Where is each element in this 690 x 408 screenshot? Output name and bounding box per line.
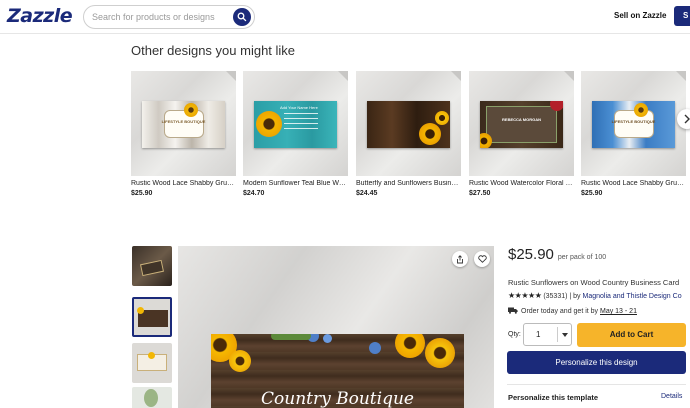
product-image[interactable]: LIFESTYLE BOUTIQUE bbox=[581, 71, 686, 176]
leaves-graphic bbox=[271, 334, 311, 340]
price-row: $25.90 per pack of 100 bbox=[508, 246, 606, 264]
per-pack-label: per pack of 100 bbox=[557, 254, 607, 261]
star-rating-icon[interactable]: ★★★★★ bbox=[508, 291, 542, 300]
thumbnail[interactable] bbox=[132, 343, 172, 383]
share-button[interactable] bbox=[452, 251, 468, 267]
header-signin-button[interactable]: S bbox=[674, 6, 690, 26]
card-text: LIFESTYLE BOUTIQUE bbox=[611, 119, 656, 124]
by-label: | by bbox=[567, 293, 583, 300]
personalize-template-heading: Personalize this template bbox=[508, 393, 599, 402]
divider bbox=[507, 384, 686, 385]
card-preview bbox=[367, 101, 450, 148]
sunflower-graphic bbox=[425, 338, 455, 368]
top-header: Zazzle Sell on Zazzle S bbox=[0, 0, 690, 34]
card-text: REBECCA MORGAN bbox=[502, 117, 541, 122]
product-title: Rustic Sunflowers on Wood Country Busine… bbox=[508, 278, 680, 287]
designer-link[interactable]: Magnolia and Thistle Design Co bbox=[583, 293, 682, 300]
sunflower-graphic bbox=[419, 123, 441, 145]
thumbnail[interactable] bbox=[132, 246, 172, 286]
thumbnail[interactable] bbox=[132, 297, 172, 337]
tile-product-name[interactable]: Modern Sunflower Teal Blue Wood Business… bbox=[243, 180, 348, 187]
search-icon bbox=[237, 12, 247, 22]
truck-icon bbox=[508, 307, 518, 314]
tile-price: $24.45 bbox=[356, 190, 378, 197]
card-preview: LIFESTYLE BOUTIQUE bbox=[592, 101, 675, 148]
label-frame bbox=[164, 110, 204, 138]
quantity-select[interactable]: 1 bbox=[523, 323, 572, 346]
sunflower-graphic bbox=[229, 350, 251, 372]
product-image[interactable]: Add Your Name Here bbox=[243, 71, 348, 176]
tile-price: $27.50 bbox=[469, 190, 491, 197]
card-text: Add Your Name Here bbox=[280, 105, 318, 110]
card-text: LIFESTYLE BOUTIQUE bbox=[161, 119, 206, 124]
favorite-button[interactable] bbox=[474, 251, 490, 267]
label-frame bbox=[614, 110, 654, 138]
details-link[interactable]: Details bbox=[661, 393, 682, 400]
sunflower-graphic bbox=[634, 103, 648, 117]
business-card-preview: Country Boutique bbox=[211, 334, 464, 408]
chevron-down-icon bbox=[562, 333, 568, 337]
sell-on-zazzle-link[interactable]: Sell on Zazzle bbox=[614, 11, 666, 20]
delivery-dates-link[interactable]: May 13 - 21 bbox=[600, 308, 637, 315]
quantity-value: 1 bbox=[536, 330, 541, 339]
tile-product-name[interactable]: Butterfly and Sunflowers Business Card bbox=[356, 180, 461, 187]
sunflower-graphic bbox=[184, 103, 198, 117]
card-preview: REBECCA MORGAN bbox=[480, 101, 563, 148]
carousel-next-button[interactable] bbox=[677, 109, 690, 129]
main-product-image[interactable]: Country Boutique bbox=[178, 246, 494, 408]
product-price: $25.90 bbox=[508, 246, 554, 263]
tile-product-name[interactable]: Rustic Wood Lace Shabby Grunge Sunflower… bbox=[131, 180, 236, 187]
related-design-tile[interactable]: REBECCA MORGAN Rustic Wood Watercolor Fl… bbox=[469, 71, 574, 197]
sunflower-graphic bbox=[256, 111, 282, 137]
product-image[interactable] bbox=[356, 71, 461, 176]
card-title-text: Country Boutique bbox=[261, 389, 414, 408]
quantity-label: Qty: bbox=[508, 331, 521, 338]
chevron-right-icon bbox=[684, 114, 690, 124]
product-image[interactable]: REBECCA MORGAN bbox=[469, 71, 574, 176]
plant-graphic bbox=[144, 389, 158, 407]
red-flower-graphic bbox=[550, 101, 563, 111]
card-lines bbox=[284, 113, 318, 114]
tile-product-name[interactable]: Rustic Wood Watercolor Floral Red Sunflo… bbox=[469, 180, 574, 187]
related-design-tile[interactable]: Add Your Name Here Modern Sunflower Teal… bbox=[243, 71, 348, 197]
personalize-design-button[interactable]: Personalize this design bbox=[507, 351, 686, 374]
sunflower-graphic bbox=[480, 133, 492, 148]
thumbnail[interactable] bbox=[132, 387, 172, 408]
search-input[interactable] bbox=[92, 9, 232, 25]
related-designs-title: Other designs you might like bbox=[131, 43, 296, 58]
add-to-cart-button[interactable]: Add to Cart bbox=[577, 323, 686, 347]
sunflower-graphic bbox=[137, 307, 144, 314]
tile-product-name[interactable]: Rustic Wood Lace Shabby Grunge Blue Busi… bbox=[581, 180, 686, 187]
related-design-tile[interactable]: Butterfly and Sunflowers Business Card $… bbox=[356, 71, 461, 197]
select-divider bbox=[557, 327, 558, 342]
rating-row: ★★★★★ (35331) | by Magnolia and Thistle … bbox=[508, 291, 682, 300]
product-image[interactable]: LIFESTYLE BOUTIQUE bbox=[131, 71, 236, 176]
related-designs-carousel: LIFESTYLE BOUTIQUE Rustic Wood Lace Shab… bbox=[131, 71, 690, 201]
zazzle-logo[interactable]: Zazzle bbox=[7, 5, 73, 27]
review-count[interactable]: (35331) bbox=[543, 293, 567, 300]
related-design-tile[interactable]: LIFESTYLE BOUTIQUE Rustic Wood Lace Shab… bbox=[131, 71, 236, 197]
related-design-tile[interactable]: LIFESTYLE BOUTIQUE Rustic Wood Lace Shab… bbox=[581, 71, 686, 197]
tile-price: $24.70 bbox=[243, 190, 265, 197]
card-in-hand-graphic bbox=[139, 259, 165, 277]
card-preview: Add Your Name Here bbox=[254, 101, 337, 148]
tile-price: $25.90 bbox=[581, 190, 603, 197]
search-bar[interactable] bbox=[83, 5, 255, 29]
order-text: Order today and get it by bbox=[521, 308, 600, 315]
share-icon bbox=[457, 254, 463, 263]
search-button[interactable] bbox=[233, 8, 251, 26]
sunflower-graphic bbox=[148, 352, 155, 359]
delivery-row: Order today and get it by May 13 - 21 bbox=[508, 307, 637, 315]
heart-icon bbox=[477, 255, 487, 263]
tile-price: $25.90 bbox=[131, 190, 153, 197]
sunflower-graphic bbox=[435, 111, 449, 125]
blue-flower-graphic bbox=[369, 342, 381, 354]
card-preview: LIFESTYLE BOUTIQUE bbox=[142, 101, 225, 148]
label-frame bbox=[486, 106, 557, 143]
blue-flower-graphic bbox=[323, 334, 332, 343]
